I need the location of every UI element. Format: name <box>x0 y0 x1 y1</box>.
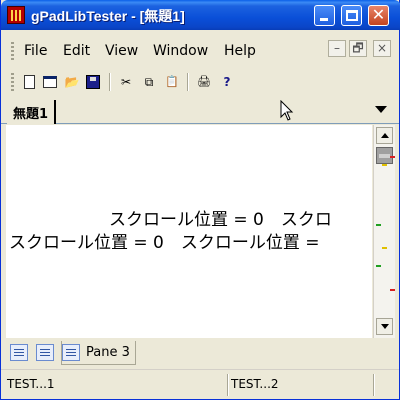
new-window-icon[interactable] <box>43 76 57 88</box>
minimize-icon <box>320 18 328 21</box>
mdi-restore-button[interactable]: 🗗 <box>349 40 367 57</box>
pane-3-label[interactable]: Pane 3 <box>86 345 130 360</box>
status-divider <box>227 374 229 396</box>
help-icon[interactable]: ? <box>219 74 235 90</box>
menu-file[interactable]: File <box>24 43 47 59</box>
mdi-close-button[interactable]: × <box>373 40 391 57</box>
vertical-scrollbar[interactable] <box>373 125 395 338</box>
minimize-button[interactable] <box>314 5 335 26</box>
menu-bar: File Edit View Window Help – 🗗 × <box>1 38 399 64</box>
pane-tab-bar: Pane 3 <box>4 339 397 367</box>
toolbar-separator <box>109 73 111 91</box>
scroll-marker <box>382 164 387 166</box>
menubar-grip[interactable] <box>11 42 14 60</box>
scroll-marker <box>390 289 395 291</box>
maximize-icon <box>346 10 358 21</box>
mouse-pointer-icon <box>280 100 294 121</box>
menu-help[interactable]: Help <box>224 43 256 59</box>
scroll-up-button[interactable] <box>376 127 393 144</box>
chevron-down-icon[interactable] <box>373 103 389 117</box>
close-icon: ✕ <box>371 5 386 24</box>
save-icon[interactable] <box>86 75 100 89</box>
pane-3-tab-icon[interactable] <box>62 344 80 361</box>
document-tab-bar: 無題1 <box>1 97 399 124</box>
status-cell-1: TEST...1 <box>7 377 55 391</box>
status-divider <box>373 374 375 396</box>
toolbar-separator <box>187 73 189 91</box>
cut-icon[interactable]: ✂ <box>118 74 134 90</box>
open-folder-icon[interactable]: 📂 <box>64 74 80 90</box>
tab-untitled-1[interactable]: 無題1 <box>7 100 57 124</box>
maximize-button[interactable] <box>341 5 362 26</box>
window-title: gPadLibTester - [無題1] <box>31 8 185 24</box>
menu-view[interactable]: View <box>105 43 138 59</box>
print-icon[interactable]: 🖨 <box>196 74 212 90</box>
pane-1-tab-icon[interactable] <box>10 344 28 361</box>
scroll-marker <box>390 156 395 158</box>
document-view[interactable]: スクロール位置 = 0 スクロ スクロール位置 = 0 スクロール位置 = <box>6 125 372 338</box>
status-bar: TEST...1 TEST...2 <box>1 369 399 399</box>
status-cell-2: TEST...2 <box>231 377 279 391</box>
app-window: gPadLibTester - [無題1] ✕ File Edit View W… <box>0 0 400 400</box>
menu-edit[interactable]: Edit <box>63 43 90 59</box>
toolbar-grip[interactable] <box>11 73 14 91</box>
app-icon[interactable] <box>7 6 25 24</box>
scroll-marker <box>376 224 381 226</box>
copy-icon[interactable]: ⧉ <box>141 74 157 90</box>
toolbar: 📂 ✂ ⧉ 📋 🖨 ? <box>1 70 399 96</box>
pane-2-tab-icon[interactable] <box>36 344 54 361</box>
scroll-down-button[interactable] <box>376 318 393 335</box>
paste-icon[interactable]: 📋 <box>164 74 180 90</box>
mdi-minimize-button[interactable]: – <box>328 40 346 57</box>
scroll-position-text-2: スクロール位置 = 0 スクロール位置 = <box>9 233 320 253</box>
close-button[interactable]: ✕ <box>368 5 389 26</box>
title-bar[interactable]: gPadLibTester - [無題1] ✕ <box>1 0 400 30</box>
menu-window[interactable]: Window <box>153 43 208 59</box>
scroll-marker <box>376 265 381 267</box>
scroll-marker <box>382 247 387 249</box>
scroll-position-text-1: スクロール位置 = 0 スクロ <box>109 210 332 230</box>
new-document-icon[interactable] <box>24 75 35 89</box>
